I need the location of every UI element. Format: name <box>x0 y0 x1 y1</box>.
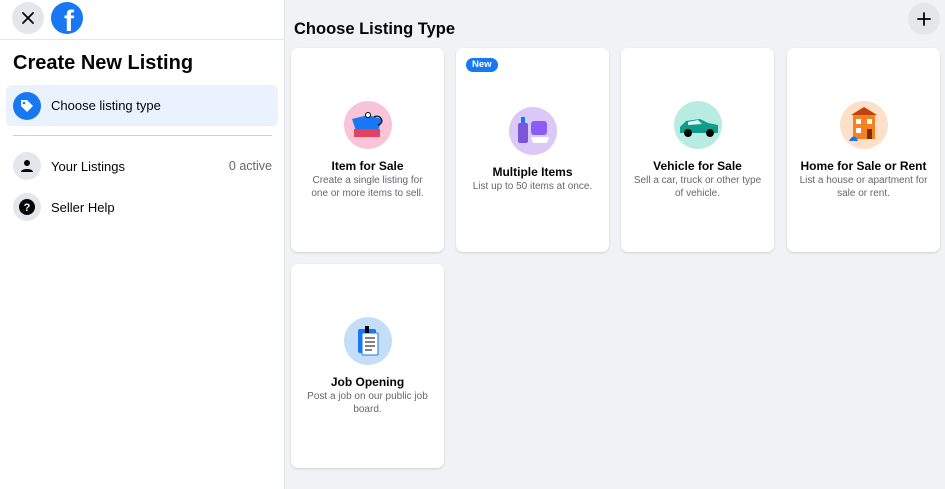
card-title: Home for Sale or Rent <box>800 159 927 173</box>
card-title: Multiple Items <box>492 165 573 179</box>
listing-card-home-for-sale-or-rent[interactable]: Home for Sale or Rent List a house or ap… <box>787 48 940 252</box>
vehicle-icon <box>674 101 722 149</box>
sidebar-item-label: Seller Help <box>51 199 115 215</box>
tag-icon <box>13 91 41 120</box>
card-description: List up to 50 items at once. <box>472 181 593 192</box>
sidebar: f Create New Listing Choose listing type… <box>0 0 285 489</box>
listings-count: 0 active <box>228 159 272 173</box>
sidebar-item-label: Choose listing type <box>51 98 161 113</box>
multiple-items-icon <box>509 107 557 155</box>
listing-card-job-opening[interactable]: Job Opening Post a job on our public job… <box>291 264 444 468</box>
job-icon <box>344 317 392 365</box>
sidebar-title: Create New Listing <box>13 52 194 74</box>
close-icon <box>22 12 34 24</box>
add-button[interactable] <box>908 3 940 35</box>
card-description: List a house or apartment for sale or re… <box>799 175 928 199</box>
listing-card-item-for-sale[interactable]: Item for Sale Create a single listing fo… <box>291 48 444 252</box>
card-description: Sell a car, truck or other type of vehic… <box>633 175 762 199</box>
close-button[interactable] <box>12 2 44 34</box>
sidebar-item-choose-listing-type[interactable]: Choose listing type <box>6 85 278 126</box>
listing-card-vehicle-for-sale[interactable]: Vehicle for Sale Sell a car, truck or ot… <box>621 48 774 252</box>
facebook-logo[interactable]: f <box>51 2 83 34</box>
house-icon <box>840 101 888 149</box>
page-title: Choose Listing Type <box>294 20 456 38</box>
card-description: Create a single listing for one or more … <box>311 175 424 199</box>
card-title: Vehicle for Sale <box>653 159 742 173</box>
person-icon <box>13 152 41 180</box>
plus-icon <box>917 12 931 26</box>
listing-card-multiple-items[interactable]: New Multiple Items List up to 50 items a… <box>456 48 609 252</box>
sidebar-item-seller-help[interactable]: ? Seller Help <box>6 189 278 225</box>
card-description: Post a job on our public job board. <box>307 391 428 415</box>
sidebar-divider <box>13 135 272 136</box>
item-for-sale-icon <box>344 101 392 149</box>
card-title: Job Opening <box>330 375 405 389</box>
card-title: Item for Sale <box>331 159 404 173</box>
sidebar-topbar: f <box>0 0 285 40</box>
svg-text:?: ? <box>24 202 31 214</box>
sidebar-item-your-listings[interactable]: Your Listings 0 active <box>6 148 278 184</box>
question-icon: ? <box>13 193 41 221</box>
sidebar-item-label: Your Listings <box>51 158 125 174</box>
new-badge: New <box>466 58 498 72</box>
